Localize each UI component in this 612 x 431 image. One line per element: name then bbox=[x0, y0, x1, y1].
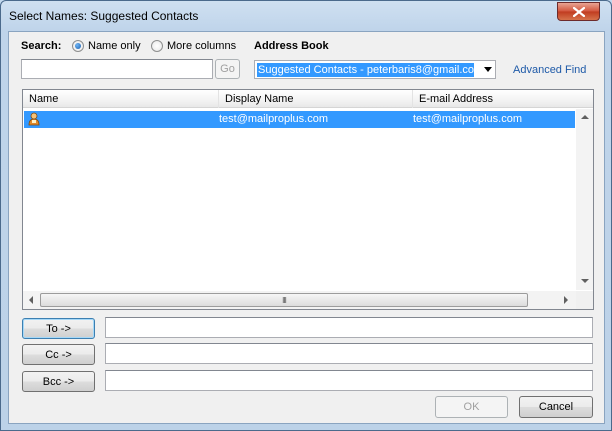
scroll-corner bbox=[576, 291, 593, 309]
cancel-button[interactable]: Cancel bbox=[519, 396, 593, 418]
close-icon bbox=[572, 6, 585, 17]
more-columns-radio[interactable] bbox=[151, 40, 163, 52]
horizontal-scroll-thumb[interactable]: III bbox=[40, 293, 528, 307]
advanced-find-link[interactable]: Advanced Find bbox=[513, 64, 586, 76]
ok-button[interactable]: OK bbox=[435, 396, 508, 418]
row-display-name: test@mailproplus.com bbox=[219, 113, 328, 125]
dialog-client-area: Search: Name only More columns Address B… bbox=[8, 31, 605, 424]
horizontal-scrollbar[interactable]: III bbox=[23, 291, 576, 309]
to-button-label: To -> bbox=[46, 322, 71, 335]
scroll-up-icon[interactable] bbox=[581, 115, 589, 119]
go-button[interactable]: Go bbox=[215, 59, 240, 79]
vertical-scrollbar[interactable] bbox=[576, 109, 593, 290]
row-email: test@mailproplus.com bbox=[413, 113, 522, 125]
name-only-label[interactable]: Name only bbox=[88, 40, 141, 52]
column-header-display-name[interactable]: Display Name bbox=[219, 90, 413, 108]
bcc-field[interactable] bbox=[105, 370, 593, 391]
more-columns-label[interactable]: More columns bbox=[167, 40, 236, 52]
list-header: Name Display Name E-mail Address bbox=[23, 90, 593, 108]
name-only-radio[interactable] bbox=[72, 40, 84, 52]
scroll-grip: III bbox=[282, 295, 287, 305]
window-title: Select Names: Suggested Contacts bbox=[9, 9, 199, 23]
search-label: Search: bbox=[21, 40, 62, 52]
address-book-dropdown[interactable]: Suggested Contacts - peterbaris8@gmail.c… bbox=[254, 60, 496, 79]
close-button[interactable] bbox=[557, 2, 600, 21]
address-book-selected: Suggested Contacts - peterbaris8@gmail.c… bbox=[256, 62, 475, 78]
cc-button[interactable]: Cc -> bbox=[22, 344, 95, 365]
contacts-list[interactable]: Name Display Name E-mail Address test@ma… bbox=[22, 89, 594, 310]
title-bar: Select Names: Suggested Contacts bbox=[1, 1, 611, 31]
contact-icon bbox=[28, 112, 40, 132]
cc-button-label: Cc -> bbox=[45, 348, 72, 361]
cc-field[interactable] bbox=[105, 343, 593, 364]
select-names-dialog: Select Names: Suggested Contacts Search:… bbox=[0, 0, 612, 431]
address-book-label: Address Book bbox=[254, 40, 329, 52]
column-header-name[interactable]: Name bbox=[23, 90, 219, 108]
bcc-button-label: Bcc -> bbox=[42, 375, 75, 388]
to-field[interactable] bbox=[105, 317, 593, 338]
to-button[interactable]: To -> bbox=[22, 318, 95, 339]
scroll-left-icon[interactable] bbox=[29, 296, 33, 304]
column-header-email[interactable]: E-mail Address bbox=[413, 90, 593, 108]
chevron-down-icon bbox=[484, 67, 492, 72]
search-input[interactable] bbox=[21, 59, 213, 79]
bcc-button[interactable]: Bcc -> bbox=[22, 371, 95, 392]
scroll-right-icon[interactable] bbox=[564, 296, 568, 304]
table-row[interactable]: test@mailproplus.com test@mailproplus.co… bbox=[24, 111, 575, 128]
scroll-down-icon[interactable] bbox=[581, 279, 589, 283]
